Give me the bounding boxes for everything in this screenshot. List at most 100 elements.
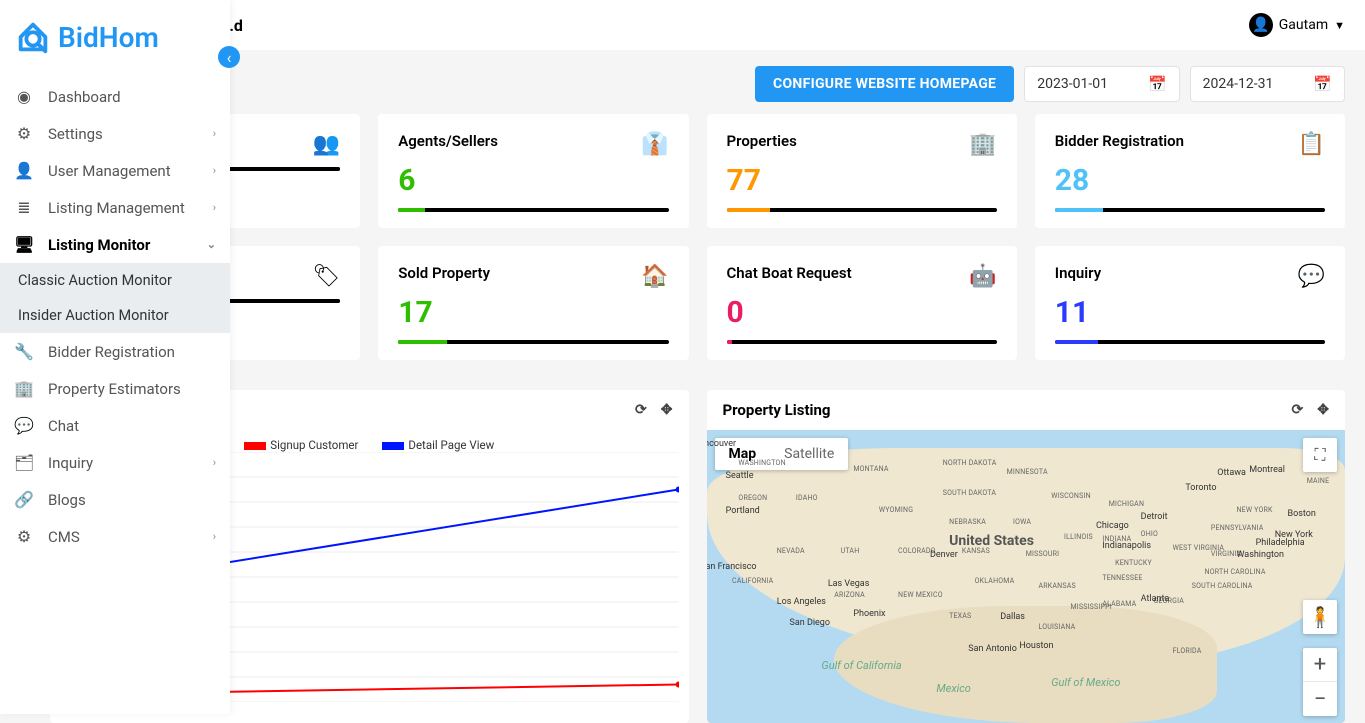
zoom-out-button[interactable]: − [1303,682,1337,716]
nav-icon: ⚙ [14,527,34,546]
stat-card: Sold Property 🏠 17 [378,246,688,360]
nav-list: ◉ Dashboard ⚙ Settings › 👤 User Management › ≣ Li… [0,74,230,559]
sidebar: BidHom ‹ ◉ Dashboard ⚙ Settings › 👤 User Manag… [0,0,230,714]
logo-icon [14,18,52,56]
nav-label: User Management [48,162,171,180]
card-title: Bidder Registration [1055,132,1184,150]
dashboard-toolbar: CONFIGURE WEBSITE HOMEPAGE 2023-01-01 📅 … [235,66,1345,102]
sidebar-item-listing-management[interactable]: ≣Listing Management› [0,189,230,226]
chevron-right-icon: › [213,164,216,177]
nav-icon: 🔧 [14,342,34,361]
nav-label: Settings [48,125,103,143]
nav-label: Chat [48,417,79,435]
sidebar-subitem-insider-auction-monitor[interactable]: Insider Auction Monitor [0,298,230,333]
nav-label: Property Estimators [48,380,181,398]
sidebar-item-bidder-registration[interactable]: 🔧 Bidder Registration [0,333,230,370]
map[interactable]: United States Map Satellite ⛶ 🧍 + − WASH… [707,430,1346,723]
sidebar-collapse-button[interactable]: ‹ [218,46,240,68]
calendar-icon: 📅 [1148,75,1167,93]
date-to-value: 2024-12-31 [1203,76,1274,92]
brand-logo[interactable]: BidHom [0,0,230,74]
nav-icon: ≣ [14,198,34,217]
sidebar-item-settings[interactable]: ⚙ Settings › [0,115,230,152]
card-progress [1055,340,1325,344]
pegman-icon[interactable]: 🧍 [1303,600,1337,634]
refresh-icon[interactable]: ⟳ [1292,402,1304,418]
nav-label: Blogs [48,491,86,509]
date-from-value: 2023-01-01 [1037,76,1108,92]
nav-icon: 🗂 [14,453,34,472]
sidebar-item-blogs[interactable]: 🔗 Blogs [0,481,230,518]
nav-icon: ⚙ [14,124,34,143]
caret-down-icon: ▼ [1334,19,1345,32]
card-value: 0 [727,295,997,330]
card-value: 11 [1055,295,1325,330]
nav-icon: 🖥 [14,235,34,254]
legend-item: Detail Page View [382,438,494,452]
nav-label: CMS [48,528,80,546]
card-icon: 🏠 [641,264,668,289]
map-panel: Property Listing ⟳ ✥ United States Map S… [707,390,1346,723]
sidebar-item-cms[interactable]: ⚙ CMS › [0,518,230,555]
nav-icon: 🏢 [14,379,34,398]
map-panel-title: Property Listing [723,401,831,419]
card-value: 17 [398,295,668,330]
card-progress [727,340,997,344]
card-progress [1055,208,1325,212]
configure-homepage-button[interactable]: CONFIGURE WEBSITE HOMEPAGE [755,66,1014,102]
move-icon[interactable]: ✥ [661,402,673,418]
chevron-left-icon: ‹ [227,48,232,67]
legend-item: Signup Customer [244,438,358,452]
chevron-right-icon: › [213,456,216,469]
brand-name: BidHom [58,21,159,54]
map-panel-header: Property Listing ⟳ ✥ [707,390,1346,430]
map-type-toggle: Map Satellite [715,438,849,470]
chevron-right-icon: › [213,127,216,140]
sidebar-item-user-management[interactable]: 👤 User Management › [0,152,230,189]
card-title: Agents/Sellers [398,132,498,150]
map-type-satellite[interactable]: Satellite [770,438,848,470]
nav-icon: ◉ [14,87,34,106]
date-from-input[interactable]: 2023-01-01 📅 [1024,66,1179,102]
nav-label: Dashboard [48,88,121,106]
date-to-input[interactable]: 2024-12-31 📅 [1190,66,1345,102]
nav-icon: 🔗 [14,490,34,509]
avatar-icon: 👤 [1249,13,1273,37]
card-progress [398,208,668,212]
chevron-right-icon: ⌄ [207,238,216,251]
card-icon: 📋 [1298,132,1325,157]
nav-icon: 💬 [14,416,34,435]
card-icon: 👥 [313,132,340,157]
user-menu[interactable]: 👤 Gautam ▼ [1249,13,1345,37]
card-icon: 🏢 [969,132,996,157]
refresh-icon[interactable]: ⟳ [635,402,647,418]
card-icon: 👔 [641,132,668,157]
nav-label: Bidder Registration [48,343,175,361]
card-title: Sold Property [398,264,490,282]
stat-card: Properties🏢77 [707,114,1017,228]
sidebar-item-dashboard[interactable]: ◉ Dashboard [0,78,230,115]
sidebar-item-inquiry[interactable]: 🗂 Inquiry › [0,444,230,481]
card-value: 77 [727,163,997,198]
sidebar-subitem-classic-auction-monitor[interactable]: Classic Auction Monitor [0,263,230,298]
card-icon: 🏷 [312,264,340,289]
nav-label: Inquiry [48,454,93,472]
fullscreen-button[interactable]: ⛶ [1303,438,1337,472]
nav-icon: 👤 [14,161,34,180]
card-value: 28 [1055,163,1325,198]
stat-card: Bidder Registration 📋 28 [1035,114,1345,228]
sidebar-item-chat[interactable]: 💬 Chat [0,407,230,444]
card-title: Chat Boat Request [727,264,852,282]
stat-card: Agents/Sellers 👔 6 [378,114,688,228]
chevron-right-icon: › [213,530,216,543]
map-type-map[interactable]: Map [715,438,771,470]
dashboard-panels: …etail Page View ⟳ ✥ Signup CustomerDeta… [50,390,1345,723]
nav-label: Listing Management [48,199,185,217]
sidebar-item-listing-monitor[interactable]: 🖥Listing Monitor⌄ [0,226,230,263]
zoom-in-button[interactable]: + [1303,648,1337,682]
move-icon[interactable]: ✥ [1317,402,1329,418]
sidebar-item-property-estimators[interactable]: 🏢 Property Estimators [0,370,230,407]
card-progress [727,208,997,212]
card-value: 6 [398,163,668,198]
map-zoom-control: + − [1303,648,1337,716]
